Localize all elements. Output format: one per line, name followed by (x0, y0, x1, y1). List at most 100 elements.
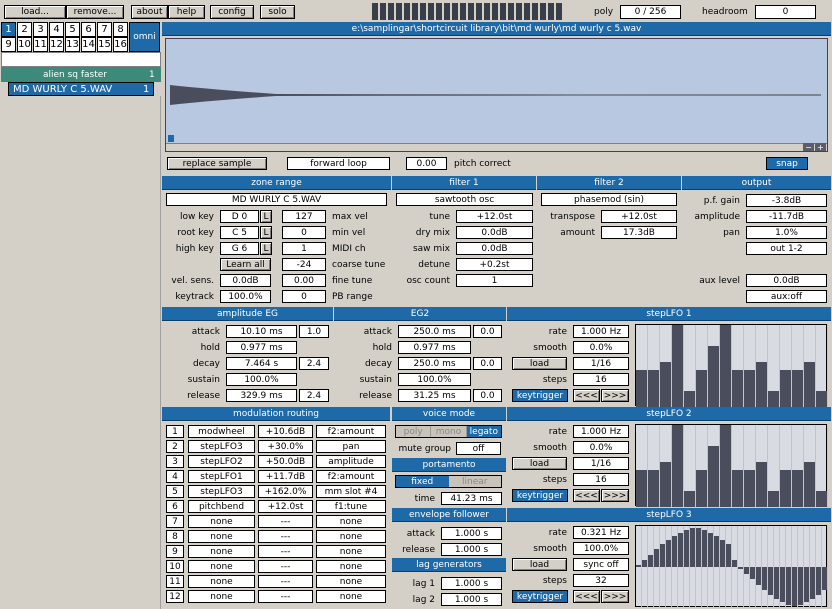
mod-destination-select[interactable]: mm slot #4 (316, 485, 386, 498)
amp-release-value[interactable]: 329.9 ms (226, 389, 297, 402)
amp-hold-value[interactable]: 0.977 ms (226, 341, 297, 354)
step-bar[interactable] (684, 490, 695, 507)
remove-button[interactable]: remove... (66, 5, 124, 19)
aux-mode-select[interactable]: aux:off (746, 290, 827, 303)
low-key-learn-button[interactable]: L (260, 210, 272, 223)
lfo3-load-button[interactable]: load (512, 558, 567, 571)
lfo2-prev-button[interactable]: <<< (573, 489, 600, 502)
lfo1-step-grid[interactable] (635, 324, 828, 407)
eg2-decay-value[interactable]: 250.0 ms (398, 357, 471, 370)
mod-source-select[interactable]: none (188, 560, 255, 573)
channel-tab-12[interactable]: 12 (49, 37, 64, 52)
pb-range-value[interactable]: 0 (282, 290, 326, 303)
lag1-value[interactable]: 1.000 s (441, 577, 502, 590)
mod-destination-select[interactable]: none (316, 545, 386, 558)
mute-group-value[interactable]: off (456, 442, 501, 455)
lfo2-sync-select[interactable]: 1/16 (573, 457, 629, 470)
pitch-correct-value[interactable]: 0.00 (406, 157, 447, 170)
zoom-out-icon[interactable]: − (803, 143, 814, 152)
mod-destination-select[interactable]: amplitude (316, 455, 386, 468)
lfo1-prev-button[interactable]: <<< (573, 389, 600, 402)
mod-amount-value[interactable]: --- (258, 530, 313, 543)
step-bar[interactable] (804, 361, 815, 407)
step-bar[interactable] (756, 461, 767, 507)
channel-tab-14[interactable]: 14 (81, 37, 96, 52)
aux-level-value[interactable]: 0.0dB (746, 274, 827, 287)
mod-source-select[interactable]: stepLFO3 (188, 440, 255, 453)
filter1-detune-value[interactable]: +0.2st (456, 258, 533, 271)
env-release-value[interactable]: 1.000 s (441, 543, 502, 556)
step-bar[interactable] (684, 390, 695, 407)
channel-tab-9[interactable]: 9 (1, 37, 16, 52)
lfo3-prev-button[interactable]: <<< (573, 590, 600, 603)
amplitude-value[interactable]: -11.7dB (746, 210, 827, 223)
eg2-attack-value[interactable]: 250.0 ms (398, 325, 471, 338)
linear-option[interactable]: linear (448, 476, 501, 487)
lfo3-sync-select[interactable]: sync off (573, 558, 629, 571)
mod-source-select[interactable]: none (188, 530, 255, 543)
step-bar[interactable] (696, 470, 707, 507)
step-bar[interactable] (636, 370, 647, 407)
mod-amount-value[interactable]: --- (258, 515, 313, 528)
step-bar[interactable] (792, 370, 803, 407)
mono-option[interactable]: mono (431, 426, 467, 437)
step-bar[interactable] (672, 325, 683, 407)
lfo3-steps-value[interactable]: 32 (573, 574, 629, 587)
pf-gain-value[interactable]: -3.8dB (746, 194, 827, 207)
lfo2-next-button[interactable]: >>> (601, 489, 629, 502)
step-bar[interactable] (792, 470, 803, 507)
channel-tab-15[interactable]: 15 (97, 37, 112, 52)
step-bar[interactable] (648, 370, 659, 407)
step-bar[interactable] (708, 345, 719, 407)
mod-source-select[interactable]: none (188, 515, 255, 528)
mod-source-select[interactable]: stepLFO2 (188, 455, 255, 468)
coarse-tune-value[interactable]: -24 (282, 258, 326, 271)
mod-source-select[interactable]: stepLFO3 (188, 485, 255, 498)
lfo2-steps-value[interactable]: 16 (573, 473, 629, 486)
zone-row[interactable]: MD WURLY C 5.WAV 1 (8, 82, 154, 96)
lfo1-rate-value[interactable]: 1.000 Hz (573, 325, 629, 338)
lfo3-keytrigger-button[interactable]: keytrigger (512, 590, 568, 603)
eg2-attack-shape[interactable]: 0.0 (473, 325, 502, 338)
mod-destination-select[interactable]: pan (316, 440, 386, 453)
lfo2-smooth-value[interactable]: 0.0% (573, 441, 629, 454)
mod-source-select[interactable]: stepLFO1 (188, 470, 255, 483)
lfo2-rate-value[interactable]: 1.000 Hz (573, 425, 629, 438)
portamento-time-value[interactable]: 41.23 ms (441, 492, 502, 505)
step-bar[interactable] (660, 461, 671, 507)
step-bar[interactable] (696, 370, 707, 407)
mod-amount-value[interactable]: +10.6dB (258, 425, 313, 438)
legato-option[interactable]: legato (466, 426, 501, 437)
low-key-value[interactable]: D 0 (220, 210, 259, 223)
channel-tab-6[interactable]: 6 (81, 22, 96, 37)
keytrack-value[interactable]: 100.0% (220, 290, 271, 303)
lfo3-next-button[interactable]: >>> (601, 590, 629, 603)
channel-tab-13[interactable]: 13 (65, 37, 80, 52)
step-bar[interactable] (732, 370, 743, 407)
omni-button[interactable]: omni (129, 22, 160, 52)
lfo1-load-button[interactable]: load (512, 357, 567, 370)
mod-amount-value[interactable]: --- (258, 545, 313, 558)
step-bar[interactable] (732, 470, 743, 507)
filter2-amount-value[interactable]: 17.3dB (601, 226, 677, 239)
mod-source-select[interactable]: none (188, 590, 255, 603)
amp-sustain-value[interactable]: 100.0% (226, 373, 297, 386)
midi-channel-value[interactable]: 1 (282, 242, 326, 255)
fine-tune-value[interactable]: 0.00 (282, 274, 326, 287)
lfo2-load-button[interactable]: load (512, 457, 567, 470)
channel-tab-8[interactable]: 8 (113, 22, 128, 37)
root-key-learn-button[interactable]: L (260, 226, 272, 239)
zone-search[interactable] (1, 52, 161, 67)
mod-source-select[interactable]: modwheel (188, 425, 255, 438)
eg2-release-shape[interactable]: 0.0 (473, 389, 502, 402)
channel-tab-5[interactable]: 5 (65, 22, 80, 37)
filter2-transpose-value[interactable]: +12.0st (601, 210, 677, 223)
step-bar[interactable] (744, 370, 755, 407)
channel-tab-11[interactable]: 11 (33, 37, 48, 52)
filter1-tune-value[interactable]: +12.0st (456, 210, 533, 223)
eg2-sustain-value[interactable]: 100.0% (398, 373, 471, 386)
mod-destination-select[interactable]: f1:tune (316, 500, 386, 513)
step-bar[interactable] (780, 470, 791, 507)
lfo1-smooth-value[interactable]: 0.0% (573, 341, 629, 354)
mod-amount-value[interactable]: --- (258, 575, 313, 588)
